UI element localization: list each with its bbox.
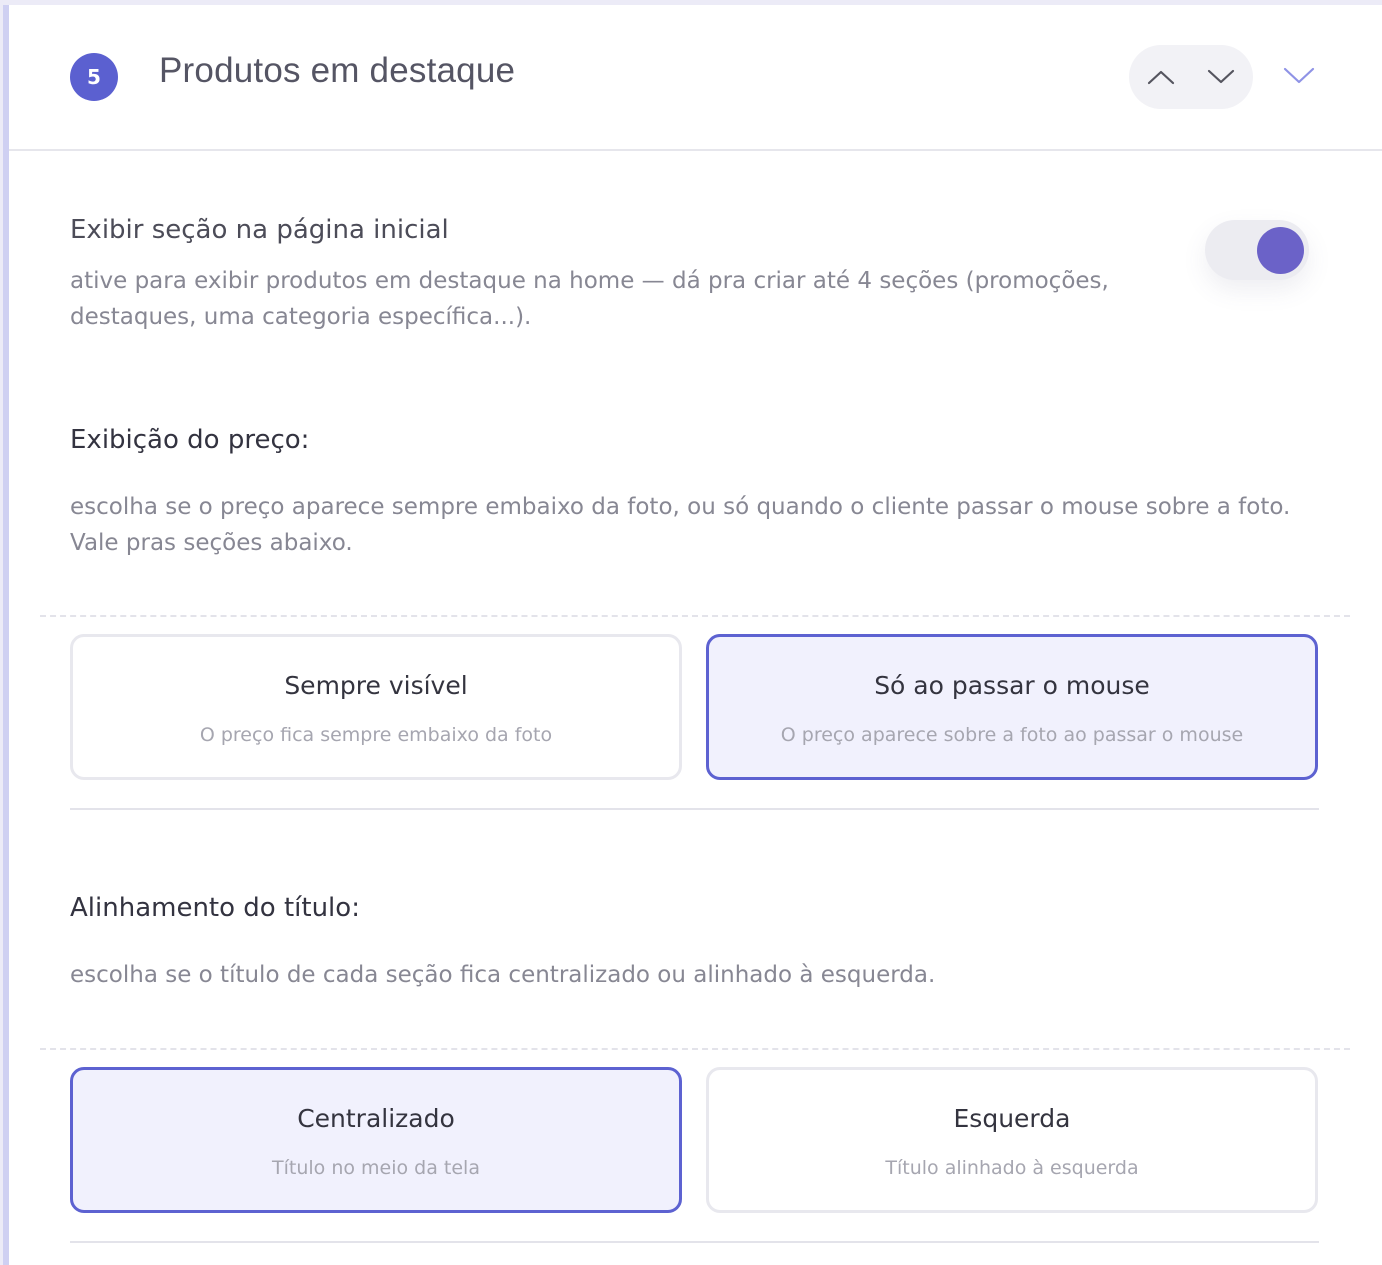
show-section-description: ative para exibir produtos em destaque n… — [70, 268, 1109, 330]
alignment-option-left[interactable]: Esquerda Título alinhado à esquerda — [706, 1067, 1318, 1213]
toggle-knob — [1257, 227, 1304, 274]
option-subtitle: O preço fica sempre embaixo da foto — [199, 724, 553, 746]
title-alignment-block: Alinhamento do título: escolha se o títu… — [70, 893, 1300, 993]
option-subtitle: Título alinhado à esquerda — [885, 1157, 1139, 1179]
option-subtitle: O preço aparece sobre a foto ao passar o… — [780, 724, 1244, 746]
section-panel: 5 Produtos em destaque Exibir seção na p… — [3, 5, 1382, 1265]
price-display-description: escolha se o preço aparece sempre embaix… — [70, 494, 1291, 556]
move-down-button[interactable] — [1201, 57, 1241, 97]
move-up-button[interactable] — [1141, 57, 1181, 97]
option-title: Sempre visível — [284, 671, 468, 700]
price-option-on-hover[interactable]: Só ao passar o mouse O preço aparece sob… — [706, 634, 1318, 780]
option-subtitle: Título no meio da tela — [272, 1157, 480, 1179]
price-option-always-visible[interactable]: Sempre visível O preço fica sempre embai… — [70, 634, 682, 780]
show-section-label: Exibir seção na página inicial — [70, 215, 449, 245]
alignment-option-centered[interactable]: Centralizado Título no meio da tela — [70, 1067, 682, 1213]
option-title: Centralizado — [297, 1104, 455, 1133]
section-title: Produtos em destaque — [159, 51, 516, 90]
chevron-up-icon — [1147, 70, 1175, 85]
option-title: Esquerda — [953, 1104, 1071, 1133]
title-alignment-label: Alinhamento do título: — [70, 893, 360, 923]
divider-dashed — [40, 1048, 1350, 1050]
reorder-controls — [1129, 45, 1253, 109]
option-title: Só ao passar o mouse — [874, 671, 1150, 700]
divider — [70, 1241, 1319, 1243]
section-number-badge: 5 — [70, 53, 118, 101]
show-section-block: Exibir seção na página inicial ative par… — [70, 215, 1160, 335]
title-alignment-description: escolha se o título de cada seção fica c… — [70, 962, 936, 988]
price-display-block: Exibição do preço: escolha se o preço ap… — [70, 425, 1300, 561]
collapse-button[interactable] — [1279, 56, 1319, 96]
price-display-label: Exibição do preço: — [70, 425, 310, 455]
section-header: 5 Produtos em destaque — [9, 5, 1382, 151]
chevron-down-icon — [1207, 69, 1235, 84]
show-section-toggle[interactable] — [1205, 220, 1309, 280]
divider-dashed — [40, 615, 1350, 617]
divider — [70, 808, 1319, 810]
chevron-down-icon — [1283, 67, 1315, 84]
